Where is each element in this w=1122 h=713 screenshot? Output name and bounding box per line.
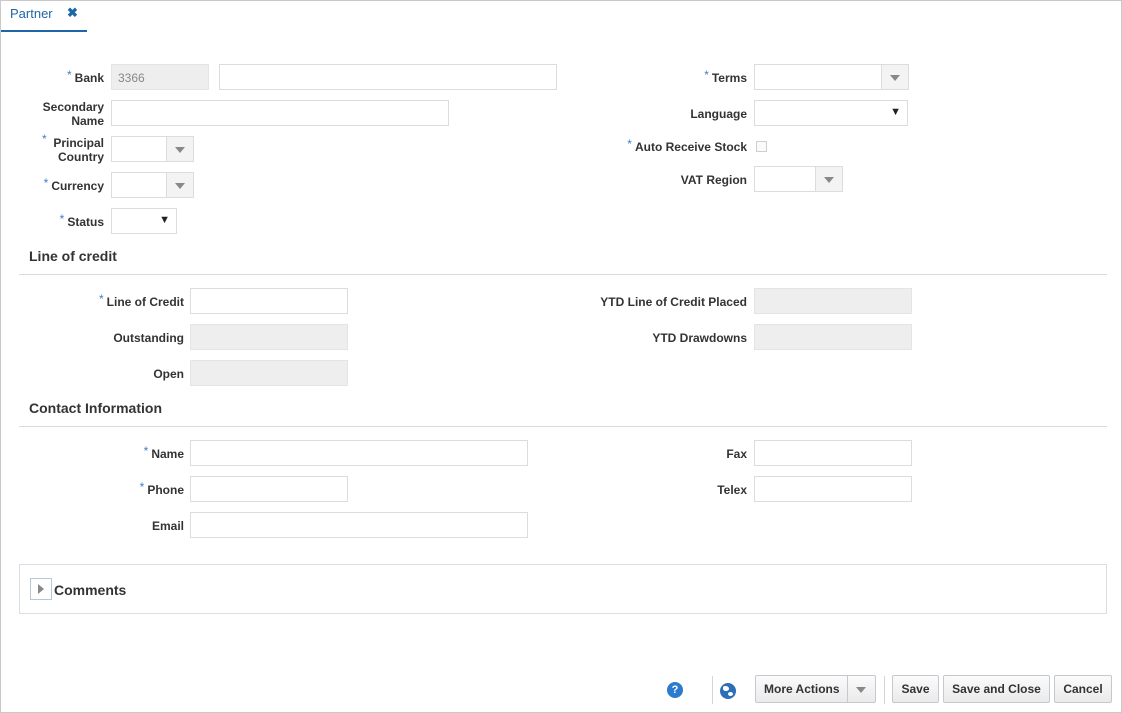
secondary-name-label: Secondary Name xyxy=(42,100,104,128)
ytd-line-of-credit-placed-field xyxy=(754,288,912,314)
more-actions-button[interactable]: More Actions xyxy=(755,675,876,703)
bank-id-value: 3366 xyxy=(118,71,145,85)
contact-information-header: Contact Information xyxy=(29,400,162,416)
vat-region-combo[interactable] xyxy=(754,166,843,192)
vat-region-label: VAT Region xyxy=(680,173,747,187)
dropdown-arrow-icon[interactable] xyxy=(815,167,842,191)
telex-label: Telex xyxy=(717,483,747,497)
email-label: Email xyxy=(151,519,184,533)
email-field[interactable] xyxy=(190,512,528,538)
chevron-down-icon: ▼ xyxy=(890,106,901,118)
principal-country-label: * Principal Country xyxy=(42,132,104,164)
tab-partner[interactable]: Partner ✖ xyxy=(1,0,87,32)
bank-description-field[interactable] xyxy=(219,64,557,90)
help-icon[interactable]: ? xyxy=(667,682,683,698)
currency-label: * Currency xyxy=(43,176,104,193)
toolbar-separator xyxy=(884,676,885,704)
telex-field[interactable] xyxy=(754,476,912,502)
auto-receive-stock-checkbox[interactable] xyxy=(756,141,767,152)
status-select[interactable]: ▼ xyxy=(111,208,177,234)
language-label: Language xyxy=(690,107,747,121)
phone-label: * Phone xyxy=(139,480,184,497)
line-of-credit-label: * Line of Credit xyxy=(98,292,184,309)
open-label: Open xyxy=(153,367,184,381)
name-label: * Name xyxy=(143,444,184,461)
dropdown-arrow-icon[interactable] xyxy=(847,676,875,702)
ytd-line-of-credit-placed-label: YTD Line of Credit Placed xyxy=(600,295,747,309)
comments-panel: Comments xyxy=(19,564,1107,614)
dropdown-arrow-icon[interactable] xyxy=(166,173,193,197)
cancel-button[interactable]: Cancel xyxy=(1054,675,1112,703)
open-field xyxy=(190,360,348,386)
line-of-credit-header: Line of credit xyxy=(29,248,117,264)
language-select[interactable]: ▼ xyxy=(754,100,908,126)
bank-label: * Bank xyxy=(66,68,104,85)
more-actions-label: More Actions xyxy=(764,682,840,696)
section-divider xyxy=(19,274,1107,275)
fax-field[interactable] xyxy=(754,440,912,466)
tab-label: Partner xyxy=(10,6,53,21)
auto-receive-stock-label: * Auto Receive Stock xyxy=(627,137,747,154)
fax-label: Fax xyxy=(726,447,747,461)
terms-combo[interactable] xyxy=(754,64,909,90)
principal-country-combo[interactable] xyxy=(111,136,194,162)
ytd-drawdowns-field xyxy=(754,324,912,350)
chevron-down-icon: ▼ xyxy=(159,214,170,226)
comments-label[interactable]: Comments xyxy=(54,582,126,598)
dropdown-arrow-icon[interactable] xyxy=(881,65,908,89)
outstanding-field xyxy=(190,324,348,350)
ytd-drawdowns-label: YTD Drawdowns xyxy=(652,331,747,345)
toolbar-separator xyxy=(712,676,713,704)
currency-combo[interactable] xyxy=(111,172,194,198)
dropdown-arrow-icon[interactable] xyxy=(166,137,193,161)
globe-icon[interactable] xyxy=(720,683,736,699)
status-label: * Status xyxy=(59,212,104,229)
secondary-name-field[interactable] xyxy=(111,100,449,126)
close-icon[interactable]: ✖ xyxy=(67,5,78,21)
name-field[interactable] xyxy=(190,440,528,466)
phone-field[interactable] xyxy=(190,476,348,502)
section-divider xyxy=(19,426,1107,427)
line-of-credit-field[interactable] xyxy=(190,288,348,314)
save-button[interactable]: Save xyxy=(892,675,939,703)
expand-icon[interactable] xyxy=(30,578,52,600)
bank-id-field[interactable]: 3366 xyxy=(111,64,209,90)
terms-label: * Terms xyxy=(704,68,747,85)
save-and-close-button[interactable]: Save and Close xyxy=(943,675,1050,703)
outstanding-label: Outstanding xyxy=(113,331,184,345)
